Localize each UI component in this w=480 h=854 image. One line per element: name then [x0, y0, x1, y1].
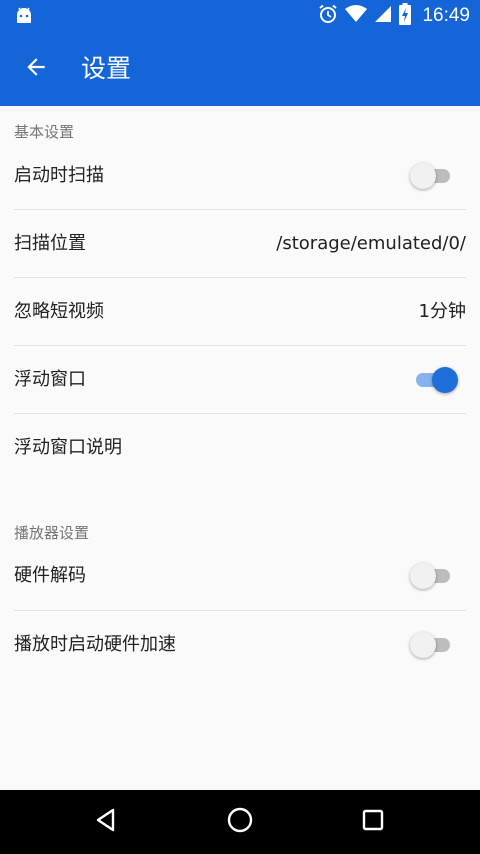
- setting-scan-on-start[interactable]: 启动时扫描: [14, 142, 466, 210]
- switch-thumb: [410, 163, 436, 189]
- battery-charging-icon: [399, 3, 412, 29]
- switch-thumb: [432, 367, 458, 393]
- signal-icon: [374, 4, 392, 28]
- wifi-icon: [345, 4, 368, 28]
- setting-hardware-accel[interactable]: 播放时启动硬件加速: [14, 611, 466, 679]
- recents-square-icon: [361, 808, 385, 836]
- hardware-accel-switch[interactable]: [410, 631, 452, 659]
- back-triangle-icon: [93, 807, 119, 837]
- setting-label: 硬件解码: [14, 565, 86, 586]
- system-nav-bar: [0, 790, 480, 854]
- android-notification-icon: [14, 6, 34, 26]
- section-header-player: 播放器设置: [14, 524, 90, 542]
- ignore-short-video-value: 1分钟: [418, 301, 466, 322]
- setting-label: 播放时启动硬件加速: [14, 634, 176, 655]
- hardware-decode-switch[interactable]: [410, 562, 452, 590]
- status-time: 16:49: [422, 5, 470, 26]
- status-icons: 16:49: [318, 3, 470, 29]
- setting-label: 忽略短视频: [14, 301, 104, 322]
- scan-location-value: /storage/emulated/0/: [276, 233, 466, 254]
- setting-label: 启动时扫描: [14, 165, 104, 186]
- switch-thumb: [410, 632, 436, 658]
- setting-label: 浮动窗口说明: [14, 437, 122, 458]
- app-bar: 设置: [0, 32, 480, 106]
- alarm-icon: [318, 4, 338, 28]
- setting-floating-window[interactable]: 浮动窗口: [14, 346, 466, 414]
- nav-back-button[interactable]: [86, 802, 126, 842]
- setting-label: 扫描位置: [14, 233, 86, 254]
- page-title: 设置: [81, 54, 132, 83]
- section-header-basic: 基本设置: [14, 123, 75, 141]
- back-button[interactable]: [16, 49, 56, 89]
- floating-window-switch[interactable]: [412, 366, 458, 394]
- status-bar: 16:49: [0, 0, 480, 32]
- arrow-back-icon: [23, 54, 49, 84]
- settings-list: 基本设置 启动时扫描 扫描位置 /storage/emulated/0/ 忽略短…: [0, 106, 480, 790]
- setting-floating-window-help[interactable]: 浮动窗口说明: [14, 414, 466, 482]
- setting-ignore-short-video[interactable]: 忽略短视频 1分钟: [14, 278, 466, 346]
- switch-thumb: [410, 563, 436, 589]
- home-circle-icon: [226, 806, 254, 838]
- setting-scan-location[interactable]: 扫描位置 /storage/emulated/0/: [14, 210, 466, 278]
- scan-on-start-switch[interactable]: [410, 162, 452, 190]
- setting-label: 浮动窗口: [14, 369, 86, 390]
- nav-home-button[interactable]: [220, 802, 260, 842]
- settings-screen: 16:49 设置 基本设置 启动时扫描 扫描位置 /storage/emulat…: [0, 0, 480, 854]
- nav-recents-button[interactable]: [353, 802, 393, 842]
- setting-hardware-decode[interactable]: 硬件解码: [14, 542, 466, 610]
